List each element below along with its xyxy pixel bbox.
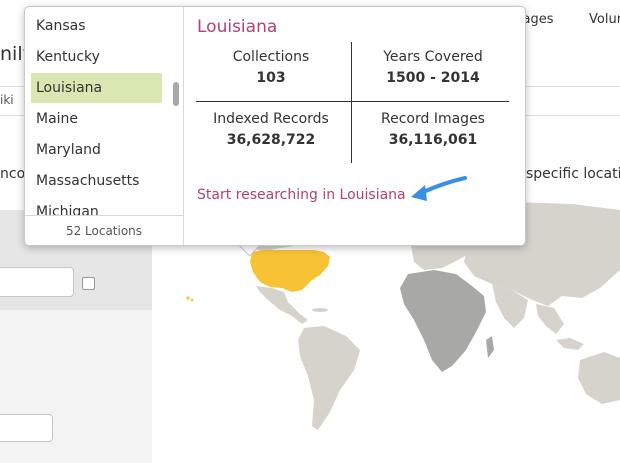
stats-divider-vertical <box>351 42 352 163</box>
map-usa-highlight <box>250 250 330 292</box>
stat-indexed-records: Indexed Records 36,628,722 <box>191 111 351 148</box>
stat-collections-value: 103 <box>256 70 286 86</box>
location-popover: Kansas Kentucky Louisiana Maine Maryland Mass… <box>24 6 526 246</box>
state-list-item[interactable]: Louisiana <box>31 73 162 103</box>
location-count: 52 Locations <box>25 215 183 246</box>
stat-collections-label: Collections <box>232 49 310 65</box>
stat-images-label: Record Images <box>381 111 485 127</box>
stat-indexed-value: 36,628,722 <box>226 132 316 148</box>
search-sidebar <box>0 210 152 463</box>
state-list-item[interactable]: Massachusetts <box>31 166 162 196</box>
scrollbar-thumb[interactable] <box>173 82 179 106</box>
state-list-item[interactable]: Maryland <box>31 135 162 165</box>
state-list-item[interactable]: Michigan <box>31 197 162 215</box>
stat-indexed-label: Indexed Records <box>213 111 329 127</box>
map-south-america <box>298 326 360 430</box>
map-madagascar <box>486 336 494 358</box>
stat-years-label: Years Covered <box>383 49 483 65</box>
state-list-pane: Kansas Kentucky Louisiana Maine Maryland Mass… <box>25 7 184 245</box>
search-input[interactable] <box>0 267 74 297</box>
state-list-item[interactable]: Kansas <box>31 11 162 41</box>
map-australia <box>578 352 620 404</box>
stat-years-value: 1500 - 2014 <box>386 70 480 86</box>
nav-volunteer-link[interactable]: Volur <box>589 12 620 27</box>
stat-images-value: 36,116,061 <box>388 132 478 148</box>
state-list-item[interactable]: Kentucky <box>31 42 162 72</box>
map-indonesia <box>556 338 584 350</box>
annotation-arrow-icon <box>411 176 467 201</box>
year-input[interactable] <box>0 414 53 442</box>
map-southeast-asia <box>536 304 564 334</box>
intro-text-right: specific locati <box>526 166 620 182</box>
start-researching-link[interactable]: Start researching in Louisiana <box>197 187 406 203</box>
exact-match-checkbox[interactable] <box>82 277 95 290</box>
location-detail-pane: Louisiana Collections 103 Years Covered … <box>183 7 525 245</box>
stat-record-images: Record Images 36,116,061 <box>353 111 513 148</box>
state-list-scrollbar[interactable] <box>171 7 181 215</box>
selected-location-title: Louisiana <box>197 17 278 37</box>
state-list-item[interactable]: Maine <box>31 104 162 134</box>
map-africa <box>400 270 486 372</box>
map-mexico <box>256 286 308 324</box>
stat-collections: Collections 103 <box>191 49 351 86</box>
stat-years-covered: Years Covered 1500 - 2014 <box>353 49 513 86</box>
stats-divider-horizontal <box>196 101 509 102</box>
tab-wiki[interactable]: iki <box>0 93 14 107</box>
state-list[interactable]: Kansas Kentucky Louisiana Maine Maryland Mass… <box>25 7 171 215</box>
